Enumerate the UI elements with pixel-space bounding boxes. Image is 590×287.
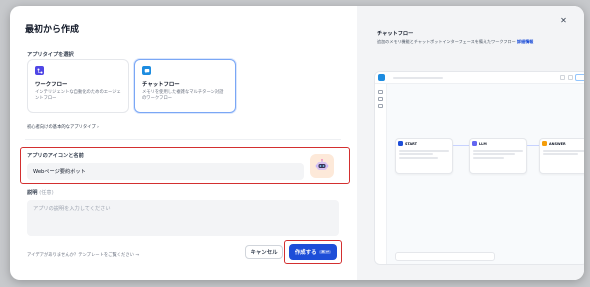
arrow-right-icon: → — [135, 253, 139, 258]
chevron-right-icon: › — [97, 125, 99, 130]
app-type-name: ワークフロー — [35, 82, 68, 88]
chat-icon — [142, 66, 151, 75]
app-type-name: チャットフロー — [142, 82, 180, 88]
learn-more-link[interactable]: 詳細情報 — [517, 39, 533, 44]
answer-icon — [542, 141, 547, 146]
close-icon[interactable]: ✕ — [556, 13, 571, 28]
workflow-icon — [35, 66, 44, 75]
app-avatar-button[interactable] — [310, 154, 334, 178]
divider — [25, 139, 341, 140]
preview-tool-icon — [560, 75, 565, 80]
app-type-desc: のワークフロー — [142, 95, 173, 101]
node-answer-label: ANSWER — [549, 141, 566, 146]
robot-icon — [315, 159, 329, 170]
description-label-text: 説明 — [27, 190, 38, 196]
workflow-preview-image: START LLM ANSWER — [374, 71, 584, 265]
node-start: START — [395, 138, 453, 174]
description-textarea[interactable]: アプリの説明を入力してください — [27, 200, 339, 236]
dialog-title: 最初から作成 — [25, 25, 80, 35]
description-label: 説明 (任意) — [27, 189, 54, 196]
preview-tool-icon — [568, 75, 573, 80]
app-type-label: アプリタイプを選択 — [27, 52, 74, 58]
preview-desc-text: 追加のメモリ機能とチャットボットインターフェースを備えたワークフロー — [377, 39, 516, 44]
cancel-button[interactable]: キャンセル — [245, 245, 283, 259]
beginner-hint-link[interactable]: 初心者向けの基本的なアプリタイプ › — [27, 124, 99, 130]
app-type-desc: ントフロー — [35, 95, 57, 101]
preview-nav-icon — [378, 97, 383, 101]
optional-tag: (任意) — [39, 190, 54, 196]
node-llm-label: LLM — [479, 141, 487, 146]
edge — [453, 145, 469, 146]
app-type-chatflow[interactable]: チャットフロー メモリを使用した複雑なマルチターン対話 のワークフロー — [134, 59, 236, 113]
app-icon — [378, 74, 385, 81]
template-link[interactable]: アイデアがありませんか？テンプレートをご覧ください → — [27, 252, 139, 258]
node-answer: ANSWER — [539, 138, 584, 174]
app-type-workflow[interactable]: ワークフロー インテリジェントな自動化のためのエージェ ントフロー — [27, 59, 129, 113]
app-type-desc: インテリジェントな自動化のためのエージェ — [35, 90, 121, 95]
description-placeholder: アプリの説明を入力してください — [33, 206, 111, 212]
preview-pane: ✕ チャットフロー 追加のメモリ機能とチャットボットインターフェースを備えたワー… — [357, 6, 584, 280]
preview-toolbar — [395, 252, 495, 261]
node-llm: LLM — [469, 138, 527, 174]
enter-key-icon: ⌘ ↵ — [319, 250, 332, 254]
create-button[interactable]: 作成する ⌘ ↵ — [289, 244, 337, 260]
preview-title: チャットフロー — [377, 31, 414, 37]
create-button-label: 作成する — [294, 250, 317, 256]
preview-publish-button — [575, 74, 584, 81]
form-pane: 最初から作成 アプリタイプを選択 ワークフロー インテリジェントな自動化のための… — [10, 6, 357, 280]
app-type-desc: メモリを使用した複雑なマルチターン対話 — [142, 90, 224, 95]
preview-desc: 追加のメモリ機能とチャットボットインターフェースを備えたワークフロー 詳細情報 — [377, 39, 533, 45]
node-start-label: START — [405, 141, 417, 146]
app-name-input[interactable]: Webページ要約ボット — [27, 163, 304, 180]
edge — [527, 145, 539, 146]
preview-nav-icon — [378, 104, 383, 108]
preview-topbar — [375, 72, 584, 84]
create-app-dialog: 最初から作成 アプリタイプを選択 ワークフロー インテリジェントな自動化のための… — [10, 6, 584, 280]
beginner-hint-text: 初心者向けの基本的なアプリタイプ — [27, 125, 96, 130]
preview-sidebar — [375, 84, 387, 264]
start-icon — [398, 141, 403, 146]
preview-nav-icon — [378, 90, 383, 94]
icon-name-label: アプリのアイコンと名前 — [27, 153, 84, 159]
preview-breadcrumb — [393, 77, 443, 79]
template-link-text: アイデアがありませんか？テンプレートをご覧ください — [27, 253, 134, 258]
llm-icon — [472, 141, 477, 146]
